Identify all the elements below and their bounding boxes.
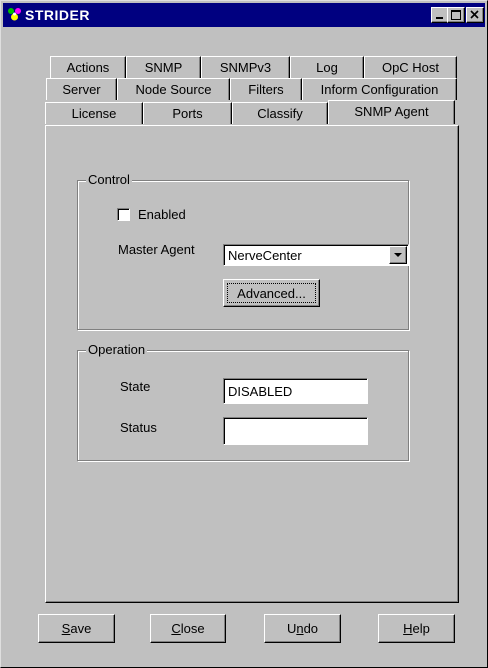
state-value: DISABLED: [228, 384, 293, 399]
tab-label: Log: [316, 60, 338, 75]
chevron-down-icon[interactable]: [389, 246, 407, 264]
tab-label: Filters: [248, 82, 284, 97]
tab-log[interactable]: Log: [290, 56, 364, 78]
app-icon: [8, 8, 21, 21]
tab-label: SNMP Agent: [354, 104, 429, 119]
control-group: Control Enabled Master Agent NerveCenter…: [77, 172, 409, 330]
undo-label: do: [303, 621, 319, 636]
tab-snmpv3[interactable]: SNMPv3: [201, 56, 290, 78]
tab-label: Classify: [257, 106, 303, 121]
undo-button[interactable]: Undo: [264, 614, 341, 643]
tab-label: License: [71, 106, 117, 121]
close-button[interactable]: Close: [150, 614, 226, 643]
tab-label: Actions: [66, 60, 110, 75]
tab-label: SNMPv3: [219, 60, 272, 75]
maximize-icon[interactable]: [447, 7, 465, 23]
master-agent-value: NerveCenter: [228, 248, 302, 263]
tab-filters[interactable]: Filters: [230, 78, 302, 100]
undo-mnemonic: n: [296, 621, 304, 636]
save-label: ave: [70, 621, 92, 636]
tab-inform-configuration[interactable]: Inform Configuration: [302, 78, 457, 100]
help-mnemonic: H: [403, 621, 413, 636]
enabled-checkbox[interactable]: [117, 208, 130, 221]
close-mnemonic: C: [171, 621, 181, 636]
tab-label: Inform Configuration: [320, 82, 439, 97]
state-field[interactable]: DISABLED: [223, 378, 368, 404]
operation-group: Operation State DISABLED Status: [77, 342, 409, 461]
control-group-label: Control: [86, 172, 132, 187]
help-button[interactable]: Help: [378, 614, 455, 643]
master-agent-label: Master Agent: [118, 242, 195, 257]
operation-group-label: Operation: [86, 342, 148, 357]
state-label: State: [120, 379, 151, 394]
advanced-button[interactable]: Advanced...: [223, 279, 320, 307]
tab-license[interactable]: License: [45, 102, 143, 124]
status-field[interactable]: [223, 417, 368, 445]
advanced-label: Advanced...: [227, 283, 316, 303]
main-window: STRIDER Actions SNMP SNMPv3 Log OpC Host…: [0, 0, 488, 668]
help-label: elp: [412, 621, 430, 636]
tab-label: OpC Host: [381, 60, 440, 75]
save-button[interactable]: Save: [38, 614, 115, 643]
enabled-label: Enabled: [138, 207, 186, 222]
tab-classify[interactable]: Classify: [232, 102, 328, 124]
undo-prefix: U: [286, 621, 297, 636]
tab-server[interactable]: Server: [46, 78, 117, 100]
master-agent-select[interactable]: NerveCenter: [223, 244, 409, 266]
tab-label: Node Source: [135, 82, 212, 97]
tab-opc-host[interactable]: OpC Host: [364, 56, 457, 78]
tab-snmp[interactable]: SNMP: [126, 56, 201, 78]
tab-ports[interactable]: Ports: [143, 102, 232, 124]
tab-node-source[interactable]: Node Source: [117, 78, 230, 100]
close-icon[interactable]: [466, 7, 484, 23]
tab-panel-snmp-agent: Control Enabled Master Agent NerveCenter…: [45, 125, 459, 603]
tab-snmp-agent[interactable]: SNMP Agent: [328, 100, 455, 124]
tab-label: Server: [62, 82, 101, 97]
title-bar[interactable]: STRIDER: [3, 3, 485, 27]
status-label: Status: [120, 420, 157, 435]
tab-actions[interactable]: Actions: [50, 56, 126, 78]
window-title: STRIDER: [25, 7, 90, 23]
close-label: lose: [180, 621, 205, 636]
tab-label: SNMP: [144, 60, 183, 75]
tab-label: Ports: [172, 106, 203, 121]
